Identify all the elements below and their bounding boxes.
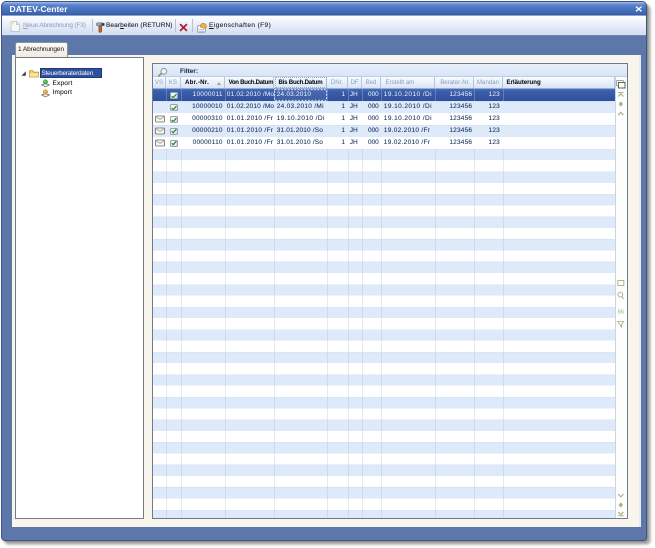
svg-text:86: 86: [618, 310, 624, 316]
